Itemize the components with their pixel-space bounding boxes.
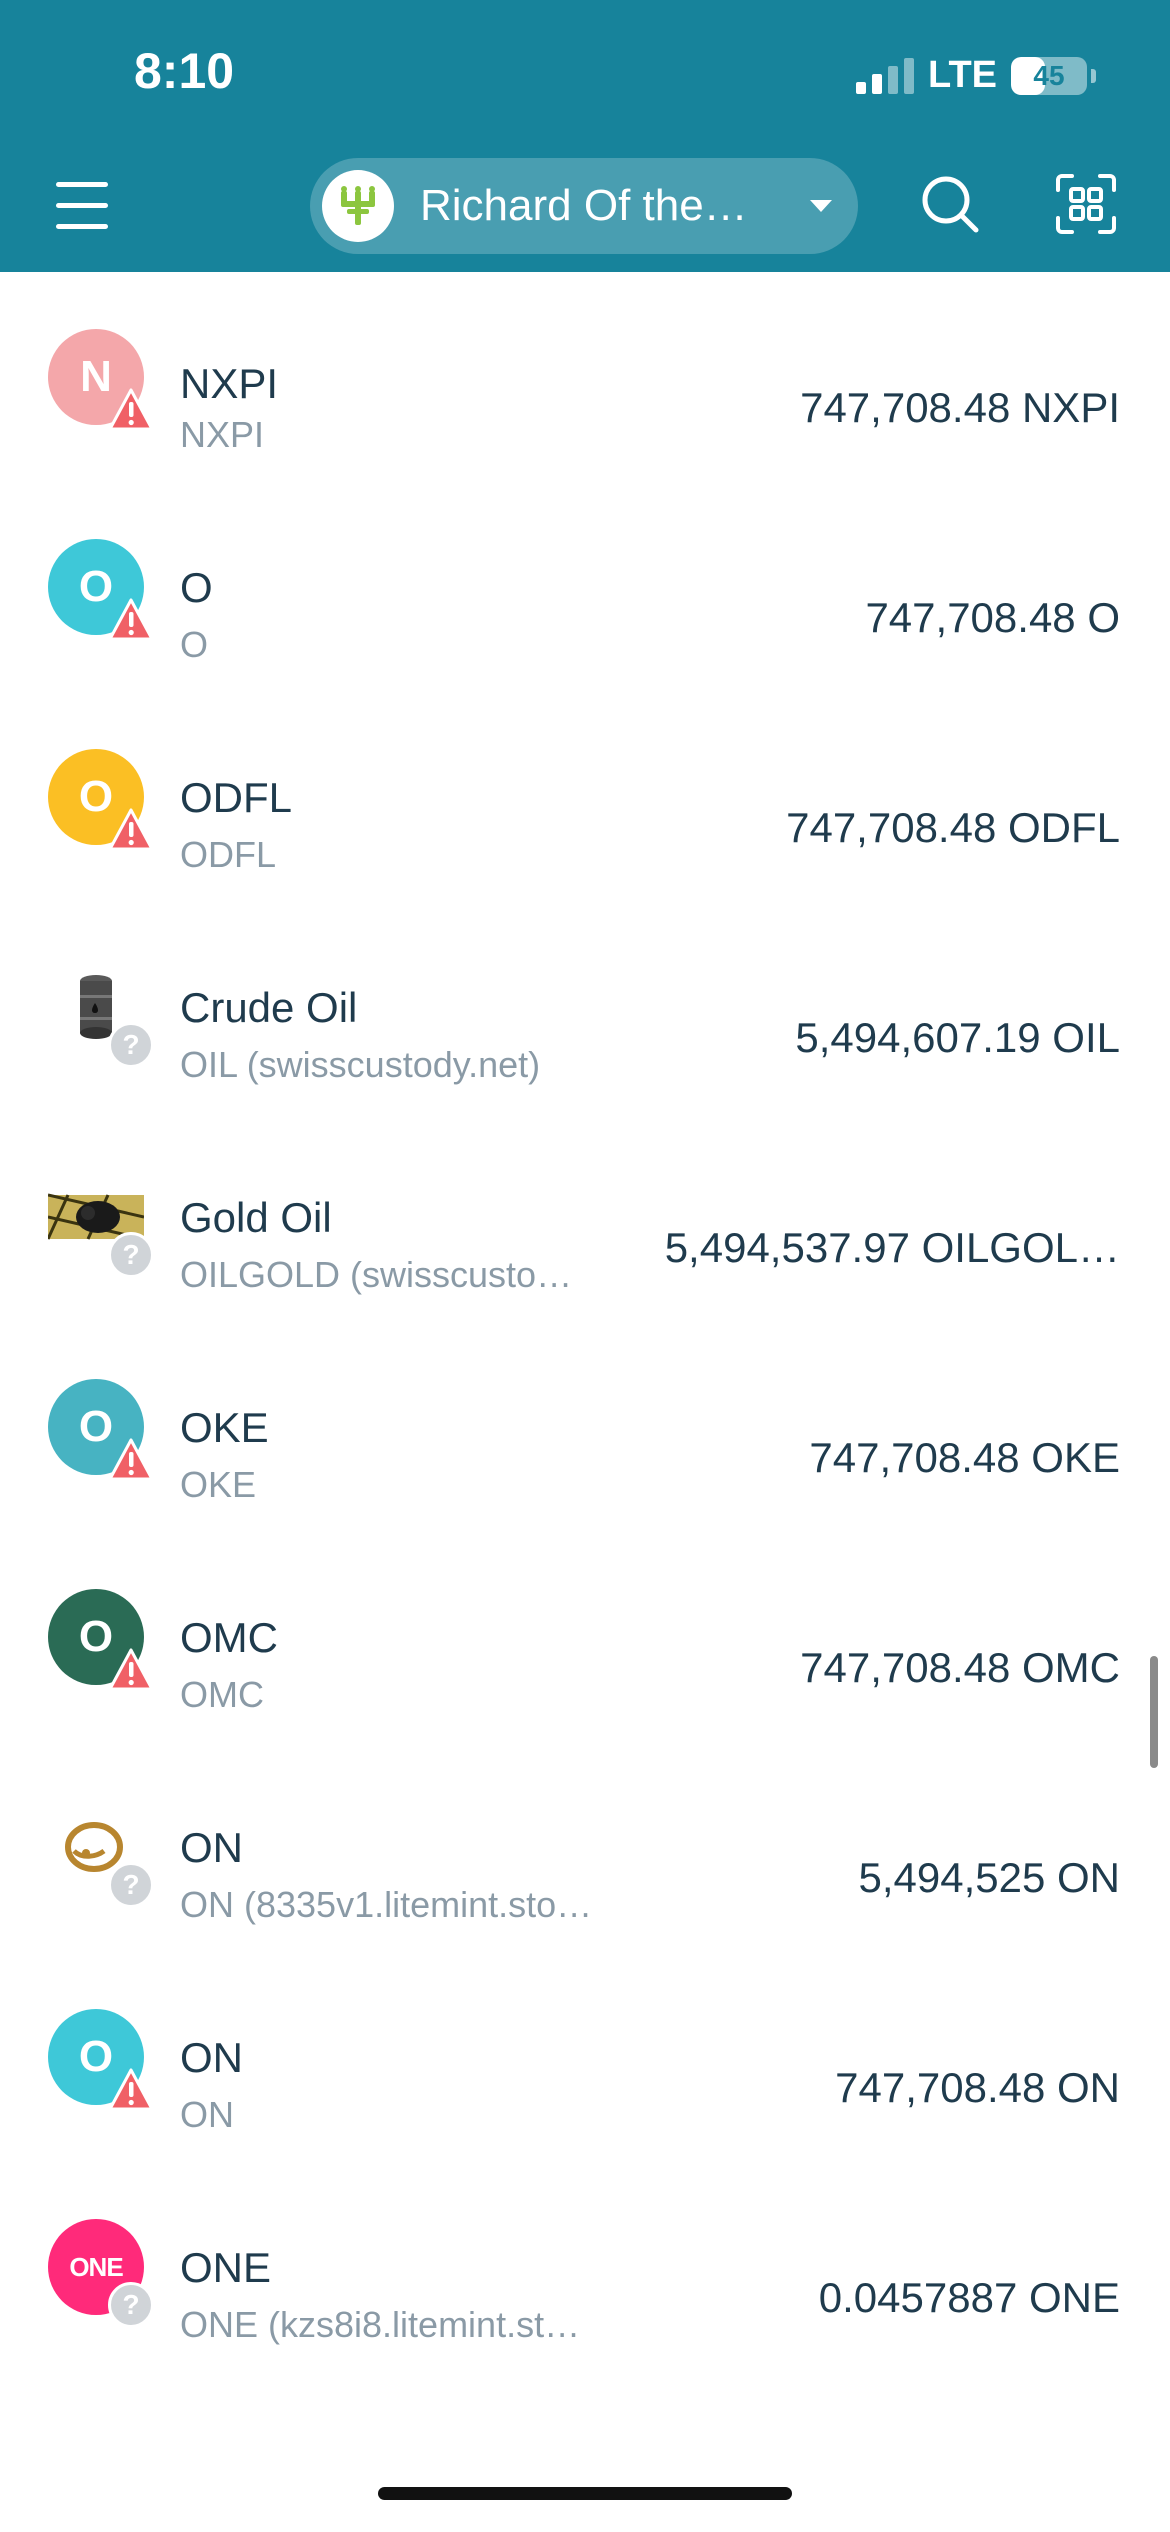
warning-icon bbox=[108, 808, 154, 851]
asset-balance: 747,708.48 OMC bbox=[800, 1644, 1120, 1691]
asset-balance: 747,708.48 O bbox=[865, 594, 1120, 641]
asset-name: ON bbox=[180, 1824, 243, 1871]
asset-row[interactable]: ? Gold Oil OILGOLD (swisscusto… 5,494,537.9… bbox=[0, 1112, 1170, 1322]
chevron-down-icon bbox=[810, 200, 832, 212]
unverified-question-icon: ? bbox=[108, 1022, 154, 1068]
asset-name: ODFL bbox=[180, 774, 293, 821]
asset-code: ODFL bbox=[180, 834, 277, 875]
asset-row[interactable]: ONE? ONE ONE (kzs8i8.litemint.store) 0.0457… bbox=[0, 2162, 1170, 2372]
account-avatar-icon bbox=[322, 170, 394, 242]
asset-name: OKE bbox=[180, 1404, 269, 1451]
status-time: 8:10 bbox=[134, 43, 235, 99]
asset-row[interactable]: ? Crude Oil OIL (swisscustody.net) 5,494,60… bbox=[0, 902, 1170, 1112]
asset-name: Gold Oil bbox=[180, 1194, 332, 1241]
warning-icon bbox=[108, 388, 154, 431]
asset-balance: 747,708.48 OKE bbox=[809, 1434, 1120, 1481]
asset-name: ONE bbox=[180, 2244, 272, 2291]
warning-icon bbox=[108, 1648, 154, 1691]
account-name: Richard Of the… bbox=[420, 181, 748, 230]
asset-row[interactable]: ? ON ON (8335v1.litemint.store) 5,494,525 O… bbox=[0, 1742, 1170, 1952]
asset-row[interactable]: O O O 747,708.48 O bbox=[0, 482, 1170, 692]
asset-balance: 747,708.48 NXPI bbox=[800, 384, 1120, 431]
warning-icon bbox=[108, 1438, 154, 1481]
asset-code: OMC bbox=[180, 1674, 264, 1715]
battery-icon: 45 bbox=[1011, 56, 1087, 95]
asset-name: O bbox=[180, 564, 213, 611]
asset-balance: 5,494,525 ON bbox=[858, 1854, 1120, 1901]
asset-code: OIL (swisscustody.net) bbox=[180, 1044, 541, 1085]
asset-code: OILGOLD (swisscusto… bbox=[180, 1254, 573, 1295]
asset-code: ON (8335v1.litemint.store) bbox=[180, 1884, 600, 1925]
asset-code: ONE (kzs8i8.litemint.store) bbox=[180, 2304, 600, 2345]
asset-list: N NXPI NXPI 747,708.48 NXPI O O O 747,708.48 OO… bbox=[0, 272, 1170, 2372]
asset-balance: 747,708.48 ON bbox=[835, 2064, 1120, 2111]
network-type: LTE bbox=[928, 54, 997, 96]
scan-qr-icon[interactable] bbox=[1054, 172, 1118, 236]
status-indicators: LTE 45 bbox=[856, 54, 1096, 97]
asset-logo-letter: ONE bbox=[69, 2251, 123, 2282]
asset-code: ON bbox=[180, 2094, 234, 2135]
asset-row[interactable]: N NXPI NXPI 747,708.48 NXPI bbox=[0, 272, 1170, 482]
home-indicator[interactable] bbox=[378, 2487, 792, 2500]
unverified-question-icon: ? bbox=[108, 2282, 154, 2328]
asset-code: OKE bbox=[180, 1464, 257, 1505]
asset-row[interactable]: O OMC OMC 747,708.48 OMC bbox=[0, 1532, 1170, 1742]
search-icon[interactable] bbox=[918, 172, 982, 236]
asset-row[interactable]: O ON ON 747,708.48 ON bbox=[0, 1952, 1170, 2162]
asset-name: Crude Oil bbox=[180, 984, 358, 1031]
battery-level: 45 bbox=[1033, 59, 1065, 91]
asset-row[interactable]: O ODFL ODFL 747,708.48 ODFL bbox=[0, 692, 1170, 902]
menu-button[interactable] bbox=[52, 180, 118, 232]
asset-balance: 747,708.48 ODFL bbox=[786, 804, 1120, 851]
top-app-bar: 8:10 LTE 45 Richard Of the… bbox=[0, 0, 1170, 272]
asset-name: OMC bbox=[180, 1614, 278, 1661]
warning-icon bbox=[108, 598, 154, 641]
asset-balance: 0.0457887 ONE bbox=[818, 2274, 1120, 2321]
battery-tip bbox=[1091, 68, 1096, 83]
warning-icon bbox=[108, 2068, 154, 2111]
unverified-question-icon: ? bbox=[108, 1862, 154, 1908]
asset-code: O bbox=[180, 624, 209, 665]
asset-name: NXPI bbox=[180, 360, 279, 407]
asset-balance: 5,494,537.97 OILGOL… bbox=[664, 1224, 1120, 1271]
unverified-question-icon: ? bbox=[108, 1232, 154, 1278]
cellular-signal-icon bbox=[856, 57, 915, 94]
asset-name: ON bbox=[180, 2034, 243, 2081]
scrollbar[interactable] bbox=[1150, 1656, 1158, 1768]
asset-code: NXPI bbox=[180, 414, 265, 455]
account-selector[interactable]: Richard Of the… bbox=[310, 158, 858, 254]
asset-balance: 5,494,607.19 OIL bbox=[795, 1014, 1120, 1061]
asset-row[interactable]: O OKE OKE 747,708.48 OKE bbox=[0, 1322, 1170, 1532]
